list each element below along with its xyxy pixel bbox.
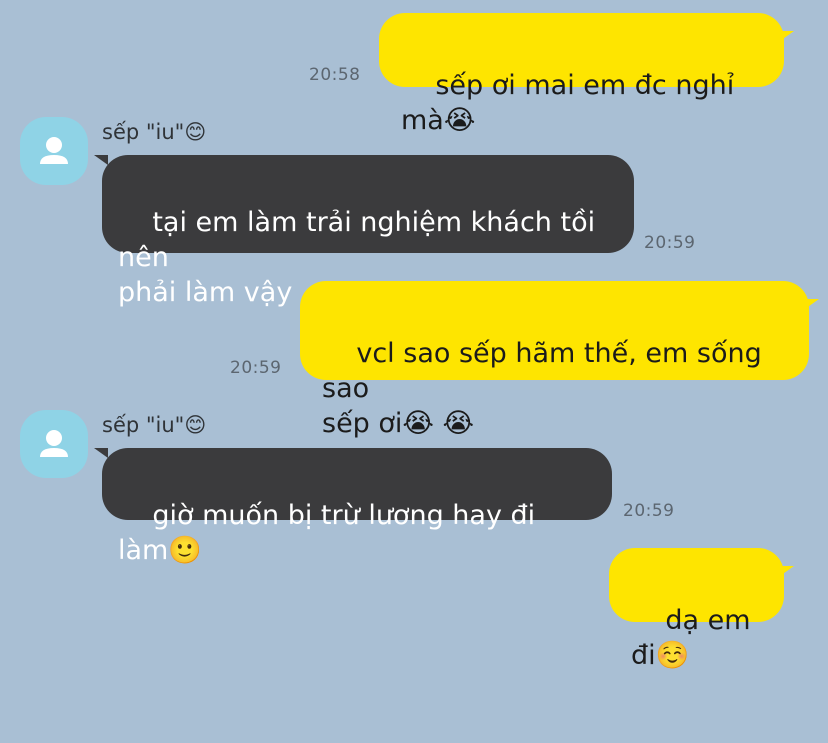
person-icon [40,137,68,164]
bubble-tail [94,155,108,165]
chat-bubble[interactable]: sếp ơi mai em đc nghỉ mà😭 [379,13,794,136]
bubble-tail [94,448,108,458]
message-text: sếp ơi mai em đc nghỉ mà😭 [401,70,743,136]
sender-name: sếp "iu"😊 [102,120,207,144]
sender-name: sếp "iu"😊 [102,413,207,437]
avatar[interactable] [20,117,88,185]
person-icon [40,430,68,457]
message-text: dạ em đi☺️ [631,605,760,671]
chat-bubble[interactable]: dạ em đi☺️ [609,548,794,671]
message-timestamp: 20:59 [230,358,282,378]
bubble-tail [805,299,819,309]
message-timestamp: 20:59 [644,233,696,253]
bubble-tail [780,566,794,576]
chat-bubble[interactable]: giờ muốn bị trừ lương hay đi làm🙂 [94,448,612,566]
message-text: vcl sao sếp hãm thế, em sống sao sếp ơi😭… [322,338,762,439]
message-timestamp: 20:59 [623,501,675,521]
chat-bubble[interactable]: tại em làm trải nghiệm khách tồi nên phả… [94,155,634,308]
message-timestamp: 20:58 [309,65,361,85]
message-text: giờ muốn bị trừ lương hay đi làm🙂 [118,500,544,566]
avatar[interactable] [20,410,88,478]
chat-bubble[interactable]: vcl sao sếp hãm thế, em sống sao sếp ơi😭… [300,281,819,439]
bubble-tail [780,31,794,41]
